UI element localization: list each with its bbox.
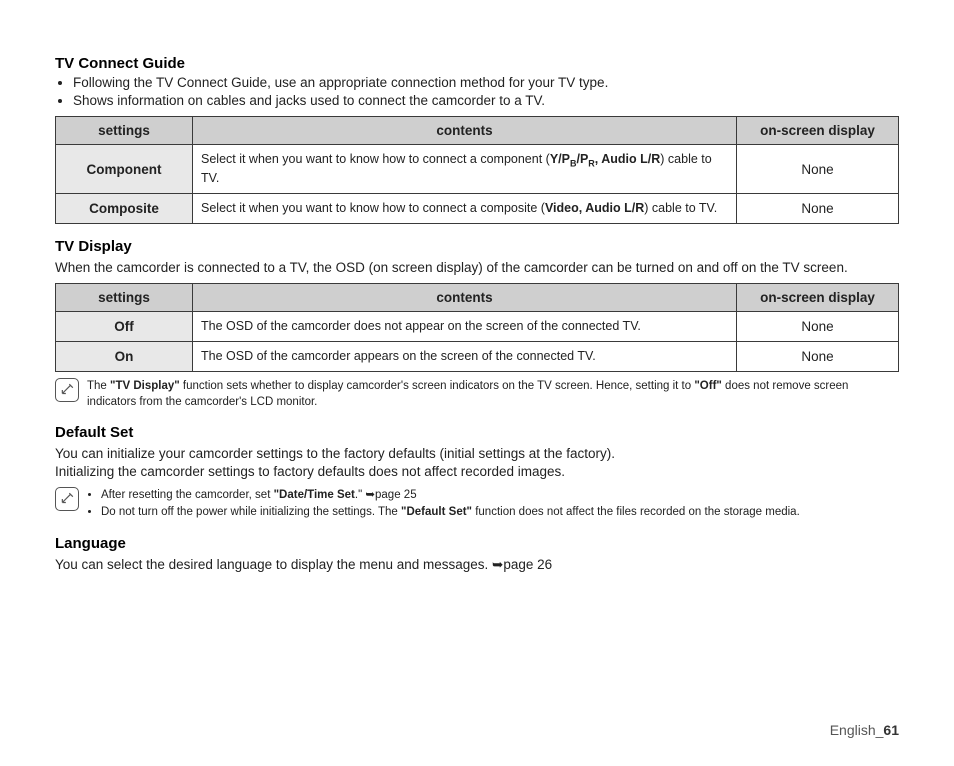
cell-setting: Component	[56, 145, 193, 194]
cell-setting: Composite	[56, 193, 193, 223]
th-settings: settings	[56, 284, 193, 312]
tv-connect-table: settings contents on-screen display Comp…	[55, 116, 899, 223]
tv-display-table: settings contents on-screen display Off …	[55, 283, 899, 372]
cell-osd: None	[737, 193, 899, 223]
language-body: You can select the desired language to d…	[55, 556, 899, 574]
th-osd: on-screen display	[737, 117, 899, 145]
list-item: Do not turn off the power while initiali…	[101, 504, 800, 521]
default-set-body1: You can initialize your camcorder settin…	[55, 445, 899, 463]
default-set-note: After resetting the camcorder, set "Date…	[55, 487, 899, 520]
note-text: After resetting the camcorder, set "Date…	[87, 487, 800, 520]
manual-page: TV Connect Guide Following the TV Connec…	[0, 0, 954, 766]
tv-display-body: When the camcorder is connected to a TV,…	[55, 259, 899, 277]
tv-connect-bullets: Following the TV Connect Guide, use an a…	[55, 74, 899, 110]
list-item: After resetting the camcorder, set "Date…	[101, 487, 800, 504]
cell-setting: Off	[56, 312, 193, 342]
section-title-tv-display: TV Display	[55, 238, 899, 255]
table-header-row: settings contents on-screen display	[56, 284, 899, 312]
cell-setting: On	[56, 341, 193, 371]
table-row: On The OSD of the camcorder appears on t…	[56, 341, 899, 371]
section-title-tv-connect: TV Connect Guide	[55, 55, 899, 72]
cell-contents: Select it when you want to know how to c…	[193, 193, 737, 223]
page-footer: English_61	[830, 722, 899, 738]
list-item: Shows information on cables and jacks us…	[73, 92, 899, 110]
cell-contents: Select it when you want to know how to c…	[193, 145, 737, 194]
cell-contents: The OSD of the camcorder appears on the …	[193, 341, 737, 371]
cell-osd: None	[737, 145, 899, 194]
table-header-row: settings contents on-screen display	[56, 117, 899, 145]
section-title-language: Language	[55, 535, 899, 552]
table-row: Off The OSD of the camcorder does not ap…	[56, 312, 899, 342]
list-item: Following the TV Connect Guide, use an a…	[73, 74, 899, 92]
tv-display-note: The "TV Display" function sets whether t…	[55, 378, 899, 410]
table-row: Component Select it when you want to kno…	[56, 145, 899, 194]
th-contents: contents	[193, 284, 737, 312]
cell-contents: The OSD of the camcorder does not appear…	[193, 312, 737, 342]
note-icon	[55, 378, 79, 402]
default-set-body2: Initializing the camcorder settings to f…	[55, 463, 899, 481]
th-settings: settings	[56, 117, 193, 145]
cell-osd: None	[737, 341, 899, 371]
th-osd: on-screen display	[737, 284, 899, 312]
th-contents: contents	[193, 117, 737, 145]
section-title-default-set: Default Set	[55, 424, 899, 441]
note-icon	[55, 487, 79, 511]
cell-osd: None	[737, 312, 899, 342]
note-text: The "TV Display" function sets whether t…	[87, 378, 899, 410]
table-row: Composite Select it when you want to kno…	[56, 193, 899, 223]
